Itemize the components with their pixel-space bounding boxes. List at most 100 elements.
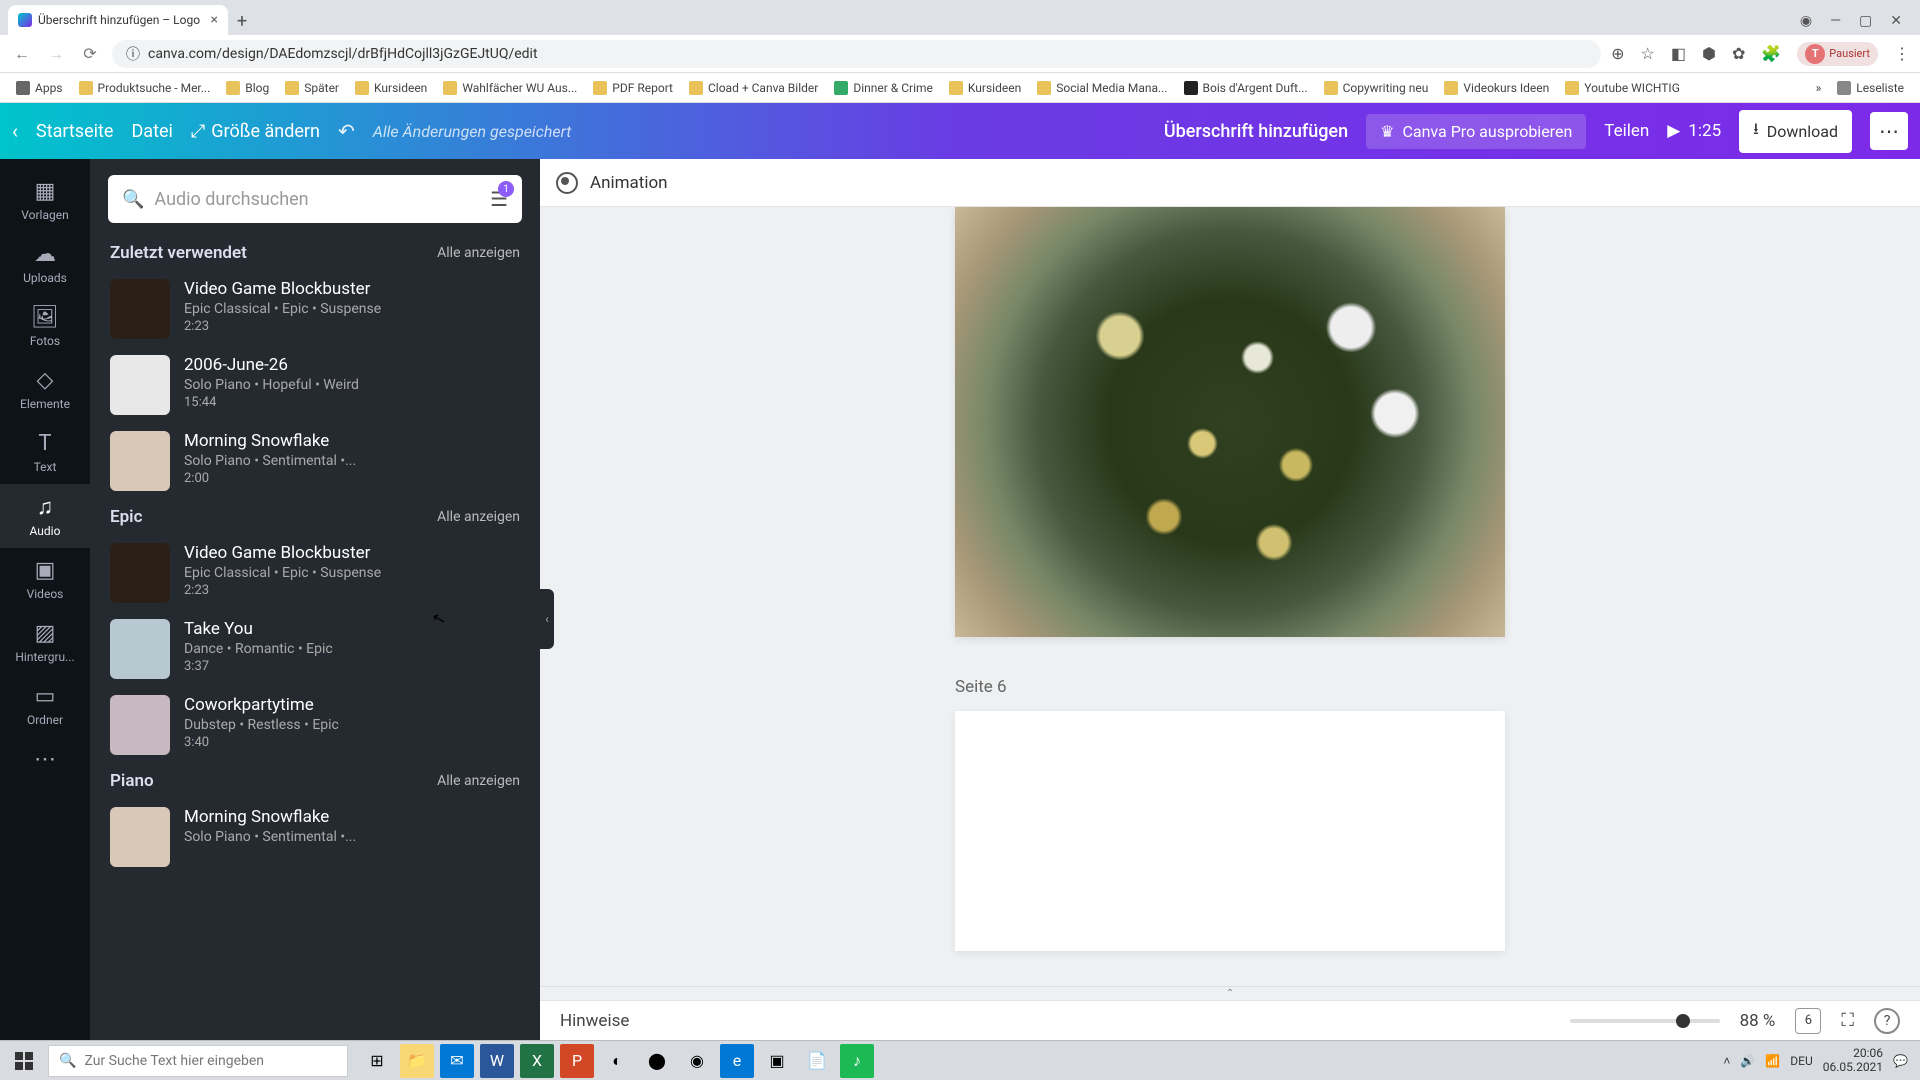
maximize-icon[interactable]: ▢ bbox=[1859, 13, 1872, 29]
share-button[interactable]: Teilen bbox=[1604, 121, 1649, 141]
bookmark-item[interactable]: Cload + Canva Bilder bbox=[683, 79, 824, 97]
audio-track[interactable]: Video Game Blockbuster Epic Classical • … bbox=[90, 535, 540, 611]
ext-3-icon[interactable]: ✿ bbox=[1732, 44, 1745, 63]
canvas-page-5[interactable] bbox=[955, 207, 1505, 637]
home-link[interactable]: Startseite bbox=[36, 121, 113, 142]
audio-track[interactable]: Coworkpartytime Dubstep • Restless • Epi… bbox=[90, 687, 540, 763]
play-button[interactable]: ▶1:25 bbox=[1667, 121, 1721, 141]
reload-icon[interactable]: ⟳ bbox=[78, 44, 102, 63]
back-icon[interactable]: ← bbox=[10, 44, 34, 64]
close-window-icon[interactable]: ✕ bbox=[1890, 13, 1902, 29]
timeline-collapse[interactable]: ⌃ bbox=[540, 986, 1920, 1000]
obs-icon[interactable]: ⬤ bbox=[640, 1044, 674, 1078]
minimize-icon[interactable]: — bbox=[1830, 13, 1841, 29]
bookmark-item[interactable]: Produktsuche - Mer... bbox=[73, 79, 217, 97]
chrome-icon[interactable]: ◉ bbox=[680, 1044, 714, 1078]
start-button[interactable] bbox=[4, 1043, 44, 1079]
browser-tab[interactable]: Überschrift hinzufügen – Logo × bbox=[8, 5, 228, 35]
rail-elements[interactable]: ◇Elemente bbox=[0, 358, 90, 421]
canvas-page-6[interactable] bbox=[955, 711, 1505, 951]
show-all-link[interactable]: Alle anzeigen bbox=[437, 245, 520, 261]
excel-icon[interactable]: X bbox=[520, 1044, 554, 1078]
slider-knob[interactable] bbox=[1676, 1014, 1690, 1028]
ext-2-icon[interactable]: ⬢ bbox=[1702, 44, 1716, 63]
explorer-icon[interactable]: 📁 bbox=[400, 1044, 434, 1078]
bookmark-overflow[interactable]: » bbox=[1810, 79, 1828, 97]
fullscreen-icon[interactable]: ⛶ bbox=[1841, 1010, 1854, 1031]
bookmark-item[interactable]: Copywriting neu bbox=[1318, 79, 1435, 97]
animation-icon[interactable] bbox=[556, 172, 578, 194]
page-indicator[interactable]: 6 bbox=[1795, 1008, 1821, 1034]
canvas-stage[interactable]: Seite 6 bbox=[540, 207, 1920, 986]
spotify-icon[interactable]: ♪ bbox=[840, 1044, 874, 1078]
extension-paused[interactable]: T Pausiert bbox=[1797, 42, 1878, 66]
clock[interactable]: 20:06 06.05.2021 bbox=[1823, 1047, 1883, 1073]
rail-photos[interactable]: 🖼Fotos bbox=[0, 295, 90, 358]
bookmark-item[interactable]: Wahlfächer WU Aus... bbox=[437, 79, 583, 97]
audio-track[interactable]: Video Game Blockbuster Epic Classical • … bbox=[90, 271, 540, 347]
bookmark-item[interactable]: Leseliste bbox=[1831, 79, 1910, 97]
more-menu-button[interactable]: ⋯ bbox=[1870, 112, 1908, 150]
volume-icon[interactable]: 🔊 bbox=[1740, 1054, 1755, 1068]
app-icon-2[interactable]: ▣ bbox=[760, 1044, 794, 1078]
animation-label[interactable]: Animation bbox=[590, 173, 668, 193]
bookmark-item[interactable]: Videokurs Ideen bbox=[1438, 79, 1555, 97]
search-input[interactable]: 🔍 Audio durchsuchen ☰1 bbox=[108, 175, 522, 223]
file-menu[interactable]: Datei bbox=[131, 121, 172, 142]
bookmark-item[interactable]: Kursideen bbox=[349, 79, 433, 97]
address-bar[interactable]: ⓘ canva.com/design/DAEdomzscjl/drBfjHdCo… bbox=[112, 40, 1601, 68]
menu-icon[interactable]: ⋮ bbox=[1894, 44, 1910, 63]
wifi-icon[interactable]: 📶 bbox=[1765, 1054, 1780, 1068]
new-tab-button[interactable]: + bbox=[228, 7, 256, 35]
document-title[interactable]: Überschrift hinzufügen bbox=[1164, 121, 1348, 142]
bookmark-item[interactable]: Dinner & Crime bbox=[828, 79, 939, 97]
try-pro-button[interactable]: ♛Canva Pro ausprobieren bbox=[1366, 114, 1586, 149]
bookmark-item[interactable]: PDF Report bbox=[587, 79, 679, 97]
notes-button[interactable]: Hinweise bbox=[560, 1011, 629, 1031]
rail-folders[interactable]: ▭Ordner bbox=[0, 674, 90, 737]
help-icon[interactable]: ? bbox=[1874, 1008, 1900, 1034]
app-icon[interactable]: ◐ bbox=[600, 1044, 634, 1078]
close-icon[interactable]: × bbox=[211, 12, 218, 28]
rail-background[interactable]: ▨Hintergru... bbox=[0, 611, 90, 674]
show-all-link[interactable]: Alle anzeigen bbox=[437, 509, 520, 525]
ext-1-icon[interactable]: ◧ bbox=[1671, 44, 1686, 63]
bookmark-item[interactable]: Blog bbox=[220, 79, 275, 97]
filter-icon[interactable]: ☰1 bbox=[490, 187, 508, 211]
rail-uploads[interactable]: ☁Uploads bbox=[0, 232, 90, 295]
bookmark-item[interactable]: Später bbox=[279, 79, 345, 97]
download-button[interactable]: ⭳Download bbox=[1739, 110, 1852, 153]
rail-text[interactable]: TText bbox=[0, 421, 90, 484]
bookmark-item[interactable]: Youtube WICHTIG bbox=[1559, 79, 1686, 97]
mail-icon[interactable]: ✉ bbox=[440, 1044, 474, 1078]
bookmark-item[interactable]: Bois d'Argent Duft... bbox=[1178, 79, 1314, 97]
rail-templates[interactable]: ▦Vorlagen bbox=[0, 169, 90, 232]
collapse-panel-button[interactable]: ‹ bbox=[540, 589, 554, 649]
zoom-slider[interactable] bbox=[1570, 1019, 1720, 1023]
rail-audio[interactable]: ♫Audio bbox=[0, 484, 90, 548]
powerpoint-icon[interactable]: P bbox=[560, 1044, 594, 1078]
bookmark-item[interactable]: Social Media Mana... bbox=[1031, 79, 1173, 97]
audio-track[interactable]: Morning Snowflake Solo Piano • Sentiment… bbox=[90, 799, 540, 875]
star-icon[interactable]: ☆ bbox=[1641, 44, 1655, 63]
account-icon[interactable]: ◉ bbox=[1800, 13, 1812, 29]
bookmark-apps[interactable]: Apps bbox=[10, 79, 69, 97]
taskbar-search[interactable]: 🔍Zur Suche Text hier eingeben bbox=[48, 1045, 348, 1077]
notifications-icon[interactable]: 💬 bbox=[1893, 1054, 1908, 1068]
undo-icon[interactable]: ↶ bbox=[338, 119, 355, 143]
bookmark-item[interactable]: Kursideen bbox=[943, 79, 1027, 97]
notepad-icon[interactable]: 📄 bbox=[800, 1044, 834, 1078]
zoom-lens-icon[interactable]: ⊕ bbox=[1611, 44, 1624, 63]
audio-track[interactable]: 2006-June-26 Solo Piano • Hopeful • Weir… bbox=[90, 347, 540, 423]
resize-button[interactable]: ⤢Größe ändern bbox=[191, 121, 320, 142]
ext-puzzle-icon[interactable]: 🧩 bbox=[1761, 44, 1781, 63]
tray-chevron-icon[interactable]: ˄ bbox=[1723, 1054, 1730, 1068]
language-indicator[interactable]: DEU bbox=[1790, 1054, 1812, 1068]
rail-videos[interactable]: ▣Videos bbox=[0, 548, 90, 611]
audio-track[interactable]: Take You Dance • Romantic • Epic 3:37 bbox=[90, 611, 540, 687]
task-view-icon[interactable]: ⊞ bbox=[360, 1044, 394, 1078]
back-chevron-icon[interactable]: ‹ bbox=[12, 119, 18, 143]
show-all-link[interactable]: Alle anzeigen bbox=[437, 773, 520, 789]
edge-icon[interactable]: e bbox=[720, 1044, 754, 1078]
word-icon[interactable]: W bbox=[480, 1044, 514, 1078]
